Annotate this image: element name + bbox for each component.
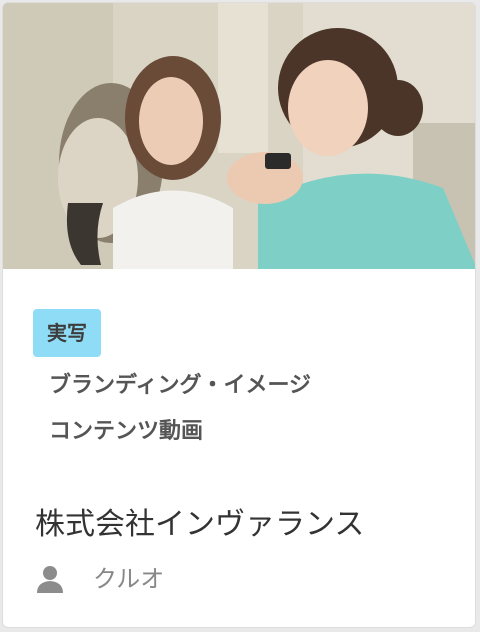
category-content-video[interactable]: コンテンツ動画 <box>49 409 455 455</box>
author-name[interactable]: クルオ <box>93 559 164 599</box>
company-name[interactable]: 株式会社インヴァランス <box>35 503 364 547</box>
category-branding[interactable]: ブランディング・イメージ <box>49 363 455 409</box>
category-list: ブランディング・イメージ コンテンツ動画 <box>49 363 455 455</box>
thumbnail-photo <box>3 3 475 269</box>
author-row: クルオ <box>35 559 164 599</box>
video-card[interactable]: 実写 ブランディング・イメージ コンテンツ動画 株式会社インヴァランス クルオ <box>2 2 476 628</box>
user-icon <box>37 566 63 593</box>
genre-tag[interactable]: 実写 <box>33 309 101 357</box>
video-thumbnail[interactable] <box>3 3 475 269</box>
